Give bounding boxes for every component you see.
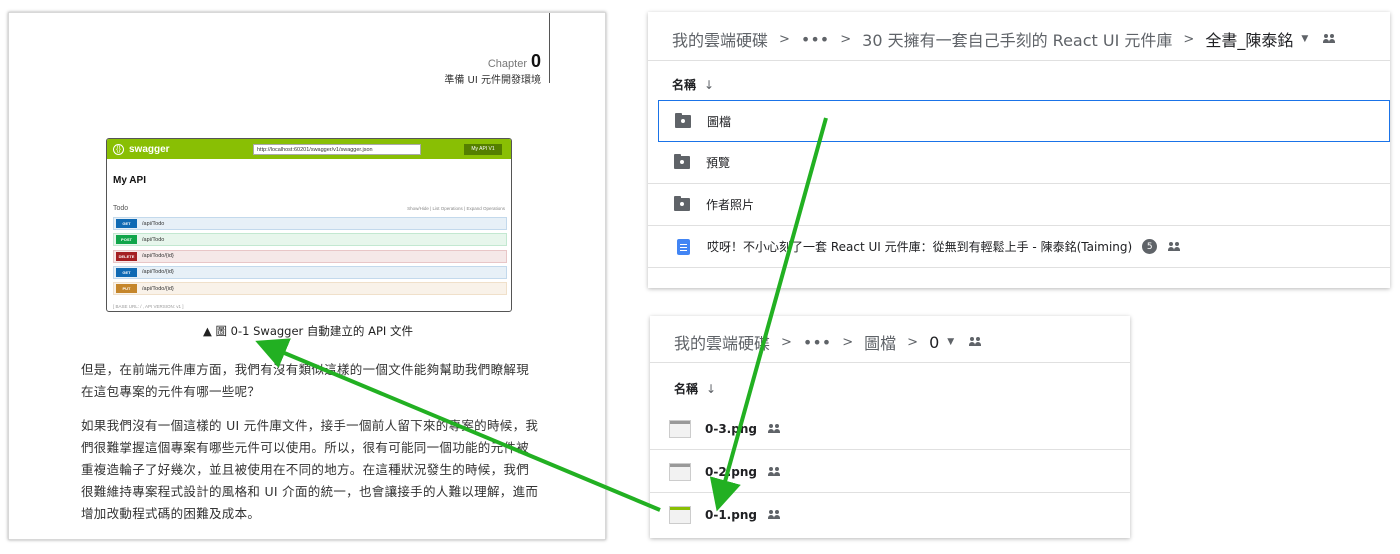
caret-down-icon[interactable]: ▼ <box>947 337 954 347</box>
chevron-right-icon: > <box>781 334 792 350</box>
swagger-operation-row: POST/api/Todo <box>113 233 507 247</box>
shared-people-icon <box>767 466 781 477</box>
breadcrumb-more[interactable]: ••• <box>801 30 829 49</box>
shared-folder-icon <box>675 112 691 128</box>
swagger-api-select: My API V1 <box>464 144 502 155</box>
file-row[interactable]: 哎呀！不小心刻了一套 React UI 元件庫：從無到有輕鬆上手 - 陳泰銘(T… <box>648 226 1390 268</box>
paragraph-2: 如果我們沒有一個這樣的 UI 元件庫文件，接手一個前人留下來的專案的時候，我們很… <box>81 418 539 521</box>
file-row[interactable]: 作者照片 <box>648 184 1390 226</box>
chevron-right-icon: > <box>842 334 854 350</box>
shared-people-icon <box>968 337 982 347</box>
operation-path: /api/Todo/{id} <box>142 253 174 260</box>
file-row[interactable]: 圖檔 <box>658 100 1390 142</box>
column-header-name[interactable]: 名稱 ↓ <box>674 380 716 397</box>
breadcrumb-root[interactable]: 我的雲端硬碟 <box>672 27 768 51</box>
swagger-section: Todo <box>113 205 129 212</box>
book-page: Chapter 0 準備 UI 元件開發環境 {} swagger http://… <box>8 12 606 540</box>
http-method-badge: PUT <box>116 284 137 294</box>
caret-down-icon[interactable]: ▼ <box>1301 34 1308 44</box>
swagger-operation-row: PUT/api/Todo/{id} <box>113 282 507 296</box>
swagger-brand: swagger <box>129 143 170 155</box>
paragraph-1: 但是，在前端元件庫方面，我們有沒有類似這樣的一個文件能夠幫助我們瞭解現在這包專案… <box>81 362 530 399</box>
chapter-title: 準備 UI 元件開發環境 <box>444 75 541 86</box>
chapter-label: Chapter <box>487 58 527 70</box>
arrow-down-icon[interactable]: ↓ <box>706 382 716 396</box>
shared-folder-icon <box>674 154 690 169</box>
swagger-title: My API <box>113 175 146 186</box>
swagger-footer: [ BASE URL: / , API VERSION: v1 ] <box>113 304 184 309</box>
breadcrumb-project[interactable]: 30 天擁有一套自己手刻的 React UI 元件庫 <box>862 27 1172 51</box>
chapter-number: 0 <box>530 51 541 71</box>
divider <box>650 362 1130 363</box>
breadcrumb: 我的雲端硬碟 > ••• > 圖檔 > 0 ▼ <box>674 330 982 354</box>
file-name: 圖檔 <box>707 114 732 129</box>
shared-people-icon <box>767 510 781 520</box>
file-name: 哎呀！不小心刻了一套 React UI 元件庫：從無到有輕鬆上手 - 陳泰銘(T… <box>707 240 1133 254</box>
chapter-rule <box>549 13 550 83</box>
arrow-down-icon[interactable]: ↓ <box>704 78 714 92</box>
operation-path: /api/Todo <box>142 236 165 243</box>
image-thumbnail-icon <box>669 462 691 481</box>
swagger-logo-icon: {} <box>113 143 124 155</box>
http-method-badge: DELETE <box>116 251 137 261</box>
swagger-operations: GET/api/Todo POST/api/Todo DELETE/api/Todo… <box>113 217 507 298</box>
file-name: 0-3.png <box>705 421 757 436</box>
column-header-label: 名稱 <box>672 78 697 92</box>
chapter-heading: Chapter 0 <box>488 51 541 72</box>
swagger-url-field: http://localhost:60201/swagger/v1/swagge… <box>253 144 421 155</box>
breadcrumb-current[interactable]: 0 <box>929 333 939 352</box>
http-method-badge: GET <box>116 267 137 277</box>
divider <box>648 60 1390 61</box>
breadcrumb: 我的雲端硬碟 > ••• > 30 天擁有一套自己手刻的 React UI 元件… <box>672 27 1336 51</box>
shared-people-icon <box>1167 241 1181 252</box>
drive-panel-book-folder: 我的雲端硬碟 > ••• > 30 天擁有一套自己手刻的 React UI 元件… <box>648 12 1390 288</box>
shared-people-icon <box>767 423 781 434</box>
swagger-screenshot: {} swagger http://localhost:60201/swagge… <box>106 138 512 312</box>
swagger-links: Show/Hide | List Operations | Expand Ope… <box>407 206 505 211</box>
swagger-operation-row: DELETE/api/Todo/{id} <box>113 249 507 263</box>
comment-count-badge[interactable]: 5 <box>1142 239 1158 254</box>
file-row[interactable]: 0-3.png <box>650 408 1130 450</box>
file-row[interactable]: 預覽 <box>648 142 1390 184</box>
google-doc-icon <box>677 238 690 255</box>
image-thumbnail-icon <box>669 506 691 524</box>
http-method-badge: GET <box>116 219 137 228</box>
image-thumbnail-icon <box>669 419 691 438</box>
swagger-operation-row: GET/api/Todo/{id} <box>113 265 507 279</box>
shared-people-icon <box>1322 34 1336 44</box>
file-name: 0-1.png <box>705 508 757 522</box>
file-row[interactable]: 0-2.png <box>650 451 1130 493</box>
chevron-right-icon: > <box>840 31 852 47</box>
file-row[interactable]: 0-1.png <box>650 494 1130 536</box>
chevron-right-icon: > <box>779 31 790 47</box>
column-header-label: 名稱 <box>674 382 699 396</box>
breadcrumb-folder[interactable]: 圖檔 <box>864 330 896 354</box>
operation-path: /api/Todo/{id} <box>142 285 174 292</box>
swagger-operation-row: GET/api/Todo <box>113 217 507 230</box>
breadcrumb-current[interactable]: 全書_陳泰銘 <box>1205 27 1293 51</box>
drive-panel-images-folder: 我的雲端硬碟 > ••• > 圖檔 > 0 ▼ 名稱 ↓ 0-3.png 0-2.p… <box>650 316 1130 538</box>
figure-caption: ▲ 圖 0-1 Swagger 自動建立的 API 文件 <box>203 324 413 338</box>
chevron-right-icon: > <box>907 334 919 350</box>
operation-path: /api/Todo/{id} <box>142 269 174 276</box>
file-name: 預覽 <box>706 156 731 170</box>
chevron-right-icon: > <box>1183 31 1195 47</box>
shared-folder-icon <box>674 196 690 211</box>
operation-path: /api/Todo <box>142 220 165 227</box>
breadcrumb-root[interactable]: 我的雲端硬碟 <box>674 330 770 354</box>
breadcrumb-more[interactable]: ••• <box>803 333 831 352</box>
http-method-badge: POST <box>116 235 137 245</box>
file-name: 0-2.png <box>705 464 757 479</box>
file-name: 作者照片 <box>706 198 755 212</box>
column-header-name[interactable]: 名稱 ↓ <box>672 76 714 93</box>
